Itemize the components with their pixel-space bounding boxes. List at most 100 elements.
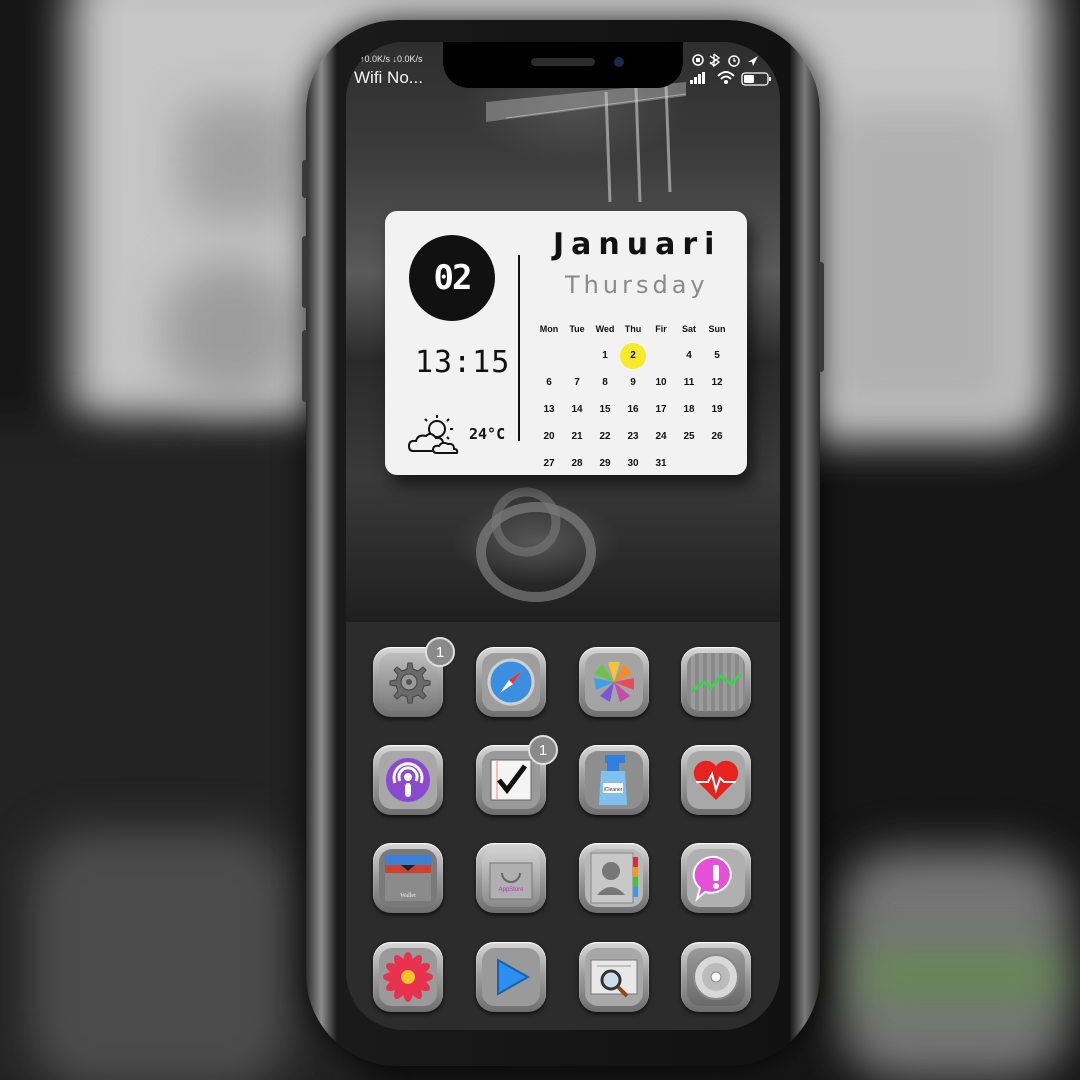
heart-icon [687, 751, 745, 809]
volume-down-button [302, 330, 308, 402]
calendar-day: 1 [602, 350, 608, 361]
calendar-day: 2 [619, 342, 647, 369]
calendar-day: 14 [571, 404, 583, 415]
calendar-weekday-label: Fir [655, 323, 667, 334]
calendar-day: 16 [627, 404, 639, 415]
shopping-bag-icon: AppStore [482, 849, 540, 907]
calendar-day: 10 [655, 377, 667, 388]
app-player[interactable] [476, 942, 546, 1012]
calendar-week-row: 13 14 15 16 17 18 19 [535, 396, 731, 423]
app-reminders[interactable]: 1 [476, 735, 558, 815]
calendar-day: 8 [602, 377, 608, 388]
calendar-day: 18 [683, 404, 695, 415]
calendar-day: 29 [599, 458, 611, 469]
calendar-weekday-label: Thu [624, 323, 642, 334]
calendar-day: 15 [599, 404, 611, 415]
app-cleaner[interactable]: iCleaner [579, 745, 649, 815]
volume-up-button [302, 236, 308, 308]
calendar-week-row: 20 21 22 23 24 25 26 [535, 423, 731, 450]
location-icon [748, 56, 758, 66]
calendar-day: 31 [655, 458, 667, 469]
calendar-day: 21 [571, 431, 583, 442]
calendar-day: 22 [599, 431, 611, 442]
calendar-weekday-label: Sun [708, 323, 726, 334]
carrier-label: Wifi No... [354, 68, 423, 87]
calendar-week-row: 27 28 29 30 31 [535, 450, 731, 477]
calendar-day: 26 [711, 431, 723, 442]
calendar-day: 5 [714, 350, 720, 361]
app-wallet[interactable]: Wallet [373, 843, 443, 913]
flower-icon [379, 948, 437, 1006]
network-speed: ↑0.0K/s ↓0.0K/s [360, 54, 423, 64]
rotation-lock-icon [692, 54, 704, 66]
calendar-weekday-label: Mon [539, 323, 559, 334]
calendar-day: 30 [627, 458, 639, 469]
calendar-day: 28 [571, 458, 583, 469]
pinwheel-icon [585, 653, 643, 711]
calendar-widget[interactable]: 02 13:15 24°C Januari Thursday Mon Tue Wed… [385, 211, 747, 475]
calendar-weekday-label: Wed [595, 323, 615, 334]
weekday-title: Thursday [565, 271, 709, 299]
temperature: 24°C [469, 425, 506, 443]
stock-chart-icon [687, 653, 745, 711]
compass-icon [482, 653, 540, 711]
speaker-icon [687, 948, 745, 1006]
bluetooth-icon [709, 53, 721, 68]
app-health[interactable] [681, 745, 751, 815]
battery-icon [741, 72, 771, 86]
svg-text:AppStore: AppStore [498, 887, 524, 893]
message-alert-icon [687, 849, 745, 907]
app-stocks[interactable] [681, 647, 751, 717]
signal-bars-icon [690, 72, 705, 84]
calendar-day: 6 [546, 377, 552, 388]
svg-text:Wallet: Wallet [400, 893, 416, 899]
app-messages[interactable] [681, 843, 751, 913]
calendar-today: 2 [620, 342, 646, 369]
spray-bottle-icon: iCleaner [585, 751, 643, 809]
podcast-icon [379, 751, 437, 809]
app-app-store[interactable]: AppStore [476, 843, 546, 913]
svg-text:iCleaner: iCleaner [604, 787, 623, 793]
app-contacts[interactable] [579, 843, 649, 913]
calendar-day: 24 [655, 431, 667, 442]
calendar-day: 12 [711, 377, 723, 388]
calendar-week-row: 6 7 8 9 10 11 12 [535, 369, 731, 396]
calendar-weekday-label: Tue [569, 323, 585, 334]
calendar-day: 27 [543, 458, 555, 469]
status-icons [690, 52, 776, 88]
notification-badge: 1 [528, 735, 558, 765]
app-music[interactable] [681, 942, 751, 1012]
contacts-icon [585, 849, 643, 907]
calendar-day: 7 [574, 377, 580, 388]
app-flower-app[interactable] [373, 942, 443, 1012]
widget-divider [518, 255, 520, 441]
calendar-day: 20 [543, 431, 555, 442]
partly-cloudy-icon [407, 415, 459, 454]
app-safari[interactable] [476, 647, 546, 717]
notification-badge: 1 [425, 637, 455, 667]
calendar-day: 9 [630, 377, 636, 388]
mute-switch [302, 160, 308, 198]
play-icon [482, 948, 540, 1006]
app-podcasts[interactable] [373, 745, 443, 815]
month-title: Januari [553, 227, 722, 262]
side-button [818, 262, 824, 372]
app-settings[interactable]: 1 [373, 637, 455, 717]
calendar-day: 11 [683, 377, 695, 388]
earpiece-speaker [531, 58, 595, 66]
calendar-day: 17 [655, 404, 667, 415]
calendar-header-row: Mon Tue Wed Thu Fir Sat Sun [535, 315, 731, 342]
wifi-icon [717, 71, 735, 84]
front-camera [614, 57, 624, 67]
app-photos[interactable] [579, 647, 649, 717]
calendar-week-row: 1 2 4 5 [535, 342, 731, 369]
calendar-day: 25 [683, 431, 695, 442]
app-files[interactable] [579, 942, 649, 1012]
file-search-icon [585, 948, 643, 1006]
calendar-day: 4 [686, 350, 692, 361]
calendar-day: 19 [711, 404, 723, 415]
calendar-day: 23 [627, 431, 639, 442]
clock-time: 13:15 [415, 345, 511, 380]
alarm-icon [728, 55, 740, 67]
calendar-weekday-label: Sat [681, 323, 696, 334]
